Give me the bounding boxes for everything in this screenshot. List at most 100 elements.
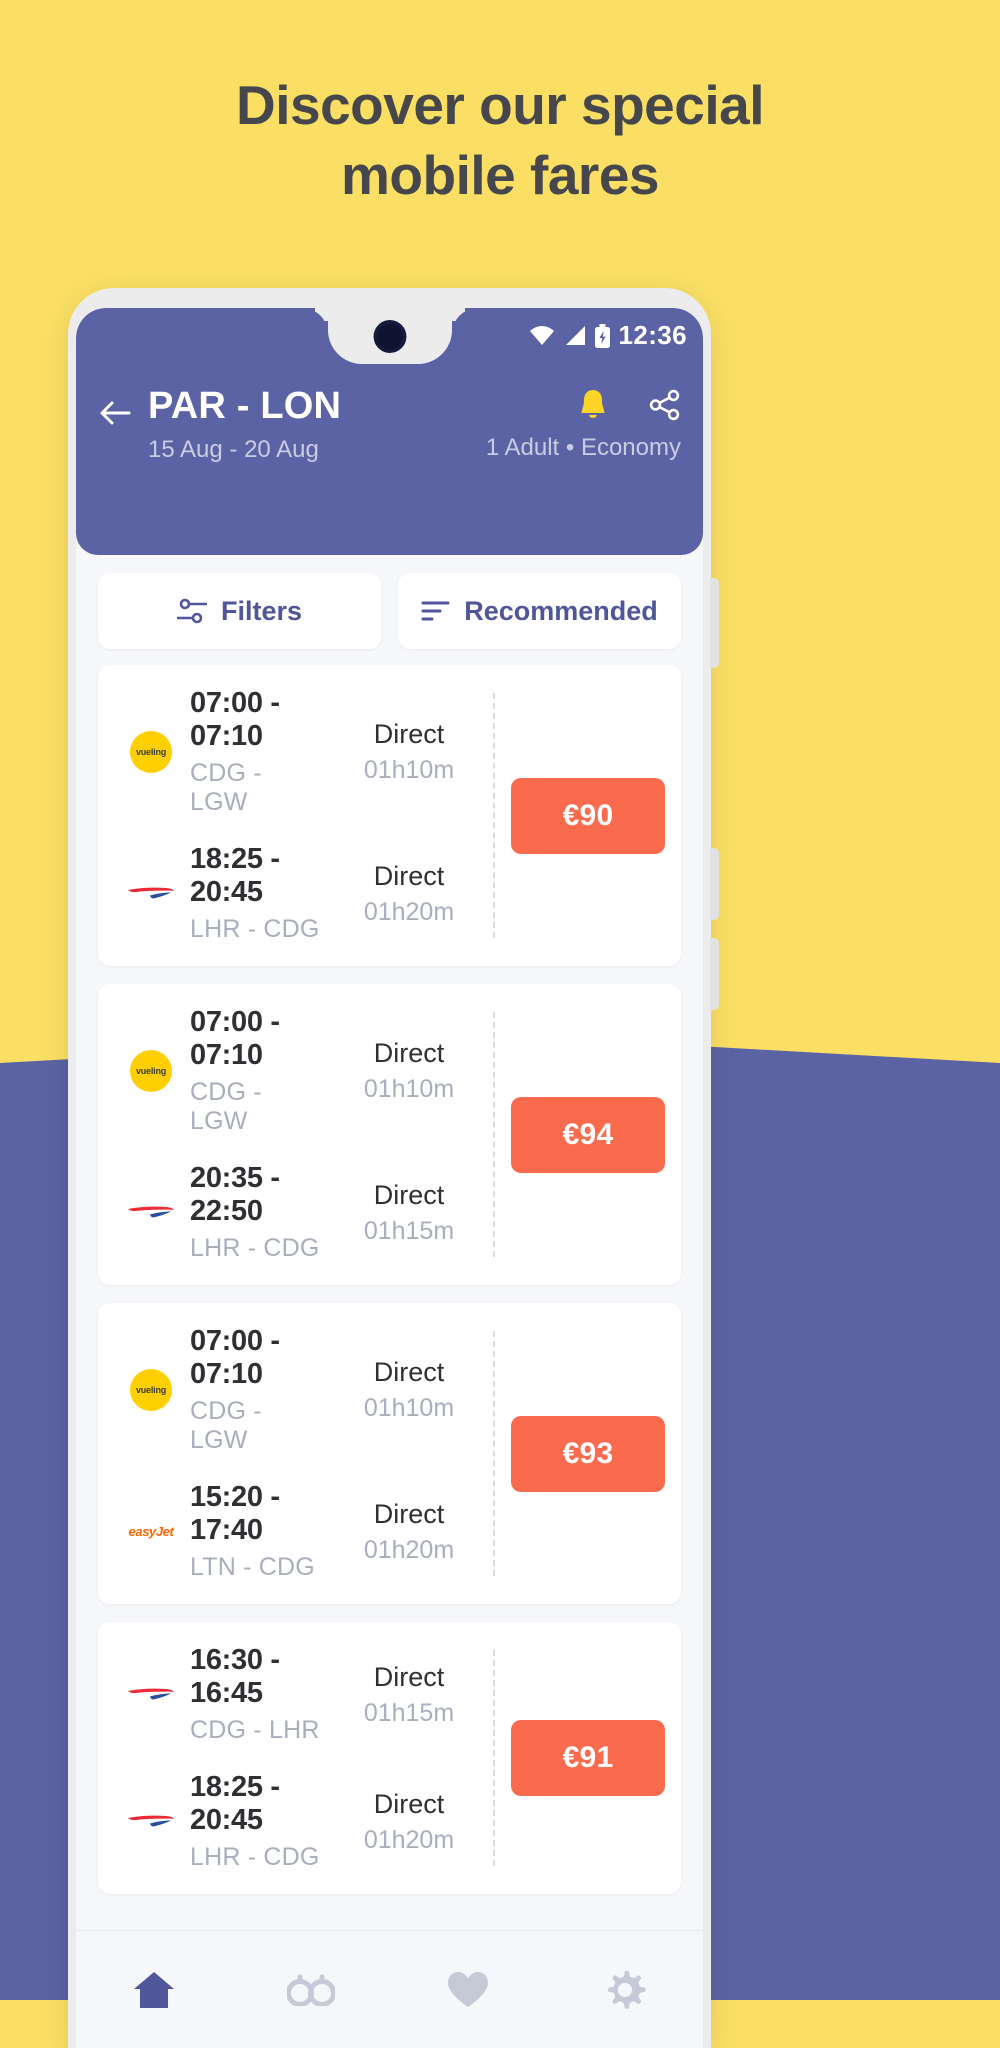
price-column: €90: [495, 687, 681, 944]
back-arrow-icon[interactable]: [98, 396, 132, 430]
leg-times: 16:30 - 16:45: [190, 1644, 280, 1709]
leg-stops: Direct: [373, 1498, 445, 1529]
headline-line-1: Discover our special: [235, 74, 765, 136]
flight-leg: vueling 07:00 - 07:10 CDG - LGW Direct 01h10…: [118, 687, 493, 817]
airline-logo: vueling: [118, 1369, 184, 1411]
airline-logo: easyJet: [118, 1524, 184, 1539]
flight-card[interactable]: vueling 07:00 - 07:10 CDG - LGW Direct 01h10…: [98, 1303, 681, 1604]
british-airways-logo: [128, 1206, 174, 1217]
passenger-summary: 1 Adult • Economy: [485, 434, 681, 461]
flight-leg: 18:25 - 20:45 LHR - CDG Direct 01h20m: [118, 1771, 493, 1872]
leg-duration: 01h20m: [363, 897, 455, 926]
easyjet-logo: easyJet: [122, 1524, 180, 1539]
flight-leg: 16:30 - 16:45 CDG - LHR Direct 01h15m: [118, 1644, 493, 1745]
flight-results-list: vueling 07:00 - 07:10 CDG - LGW Direct 01h10…: [76, 649, 703, 1894]
vueling-logo: vueling: [130, 1369, 172, 1411]
sort-button[interactable]: Recommended: [398, 573, 681, 649]
page-title: PAR - LON: [148, 385, 342, 427]
front-camera: [370, 317, 409, 356]
heart-icon: [447, 1972, 488, 2007]
flight-leg: 18:25 - 20:45 LHR - CDG Direct 01h20m: [118, 843, 493, 944]
share-icon[interactable]: [649, 389, 681, 421]
filter-toolbar: Filters Recommended: [76, 555, 703, 649]
british-airways-logo: [128, 1815, 174, 1826]
flight-leg: easyJet 15:20 - 17:40 LTN - CDG Direct 01h20…: [118, 1481, 493, 1582]
filters-button[interactable]: Filters: [98, 573, 381, 649]
leg-stops: Direct: [373, 1661, 445, 1692]
flight-legs: vueling 07:00 - 07:10 CDG - LGW Direct 01h10…: [98, 687, 493, 944]
leg-duration: 01h15m: [363, 1698, 455, 1727]
phone-notch: [327, 308, 452, 364]
airline-logo: [118, 1809, 184, 1835]
sort-lines-icon: [421, 601, 450, 621]
price-badge[interactable]: €94: [511, 1096, 665, 1173]
phone-side-button-lower: [710, 938, 719, 1010]
filters-button-label: Filters: [220, 595, 303, 626]
flight-card[interactable]: vueling 07:00 - 07:10 CDG - LGW Direct 01h10…: [98, 665, 681, 966]
flight-leg: vueling 07:00 - 07:10 CDG - LGW Direct 01h10…: [118, 1006, 493, 1136]
nav-item-home[interactable]: [76, 1970, 233, 2010]
leg-airports: LHR - CDG: [190, 1843, 320, 1871]
phone-side-button-upper: [710, 848, 719, 920]
filters-sliders-icon: [176, 598, 207, 624]
wifi-icon: [529, 325, 554, 345]
leg-duration: 01h20m: [363, 1825, 455, 1854]
bell-icon[interactable]: [577, 388, 609, 422]
flight-leg: 20:35 - 22:50 LHR - CDG Direct 01h15m: [118, 1162, 493, 1263]
leg-airports: CDG - LGW: [190, 1397, 262, 1454]
sort-button-label: Recommended: [464, 595, 658, 626]
leg-stops: Direct: [373, 860, 445, 891]
binoculars-icon: [287, 1974, 336, 2006]
leg-airports: CDG - LGW: [190, 759, 262, 816]
leg-stops: Direct: [373, 1788, 445, 1819]
nav-item-favorites[interactable]: [390, 1970, 547, 2009]
airline-logo: [118, 881, 184, 907]
leg-times: 18:25 - 20:45: [190, 1771, 280, 1836]
price-badge[interactable]: €90: [511, 777, 665, 854]
phone-volume-button: [710, 578, 719, 668]
home-icon: [134, 1971, 175, 2008]
cellular-signal-icon: [565, 326, 585, 345]
flight-legs: 16:30 - 16:45 CDG - LHR Direct 01h15m 18:25 …: [98, 1644, 493, 1872]
airline-logo-label: vueling: [135, 747, 167, 757]
leg-duration: 01h10m: [363, 1394, 455, 1422]
leg-airports: CDG - LGW: [190, 1078, 262, 1135]
british-airways-logo: [128, 1688, 174, 1699]
flight-card[interactable]: vueling 07:00 - 07:10 CDG - LGW Direct 01h10…: [98, 984, 681, 1285]
airline-logo-label: vueling: [135, 1066, 167, 1076]
status-bar: 12:36: [529, 320, 688, 351]
phone-screen: 12:36 PAR - LON 15 Aug - 20 Aug 1 Adult …: [76, 308, 703, 2048]
airline-logo-label: vueling: [135, 1385, 167, 1395]
leg-airports: LHR - CDG: [190, 915, 320, 943]
leg-duration: 01h10m: [363, 1075, 455, 1103]
leg-times: 15:20 - 17:40: [190, 1481, 280, 1546]
airline-logo: vueling: [118, 731, 184, 773]
vueling-logo: vueling: [130, 731, 172, 773]
flight-card[interactable]: 16:30 - 16:45 CDG - LHR Direct 01h15m 18:25 …: [98, 1622, 681, 1894]
nav-item-settings[interactable]: [546, 1969, 703, 2011]
price-column: €94: [495, 1006, 681, 1263]
price-badge[interactable]: €93: [511, 1415, 665, 1492]
promo-headline: Discover our special mobile fares: [0, 70, 1000, 211]
leg-airports: CDG - LHR: [190, 1716, 320, 1744]
battery-charging-icon: [594, 323, 610, 348]
airline-logo: [118, 1200, 184, 1226]
flight-leg: vueling 07:00 - 07:10 CDG - LGW Direct 01h10…: [118, 1325, 493, 1455]
leg-airports: LTN - CDG: [190, 1553, 315, 1581]
status-bar-clock: 12:36: [618, 320, 687, 350]
leg-times: 07:00 - 07:10: [190, 1325, 280, 1390]
flight-legs: vueling 07:00 - 07:10 CDG - LGW Direct 01h10…: [98, 1006, 493, 1263]
leg-duration: 01h10m: [363, 756, 455, 784]
airline-logo: vueling: [118, 1050, 184, 1092]
leg-times: 20:35 - 22:50: [190, 1162, 280, 1227]
price-badge[interactable]: €91: [511, 1720, 665, 1796]
leg-airports: LHR - CDG: [190, 1234, 320, 1262]
leg-stops: Direct: [373, 1357, 445, 1387]
nav-item-explore[interactable]: [233, 1974, 390, 2006]
leg-duration: 01h15m: [363, 1216, 455, 1245]
leg-stops: Direct: [373, 719, 445, 749]
leg-times: 07:00 - 07:10: [190, 687, 280, 752]
price-column: €93: [495, 1325, 681, 1582]
british-airways-logo: [128, 887, 174, 898]
leg-times: 18:25 - 20:45: [190, 843, 280, 908]
